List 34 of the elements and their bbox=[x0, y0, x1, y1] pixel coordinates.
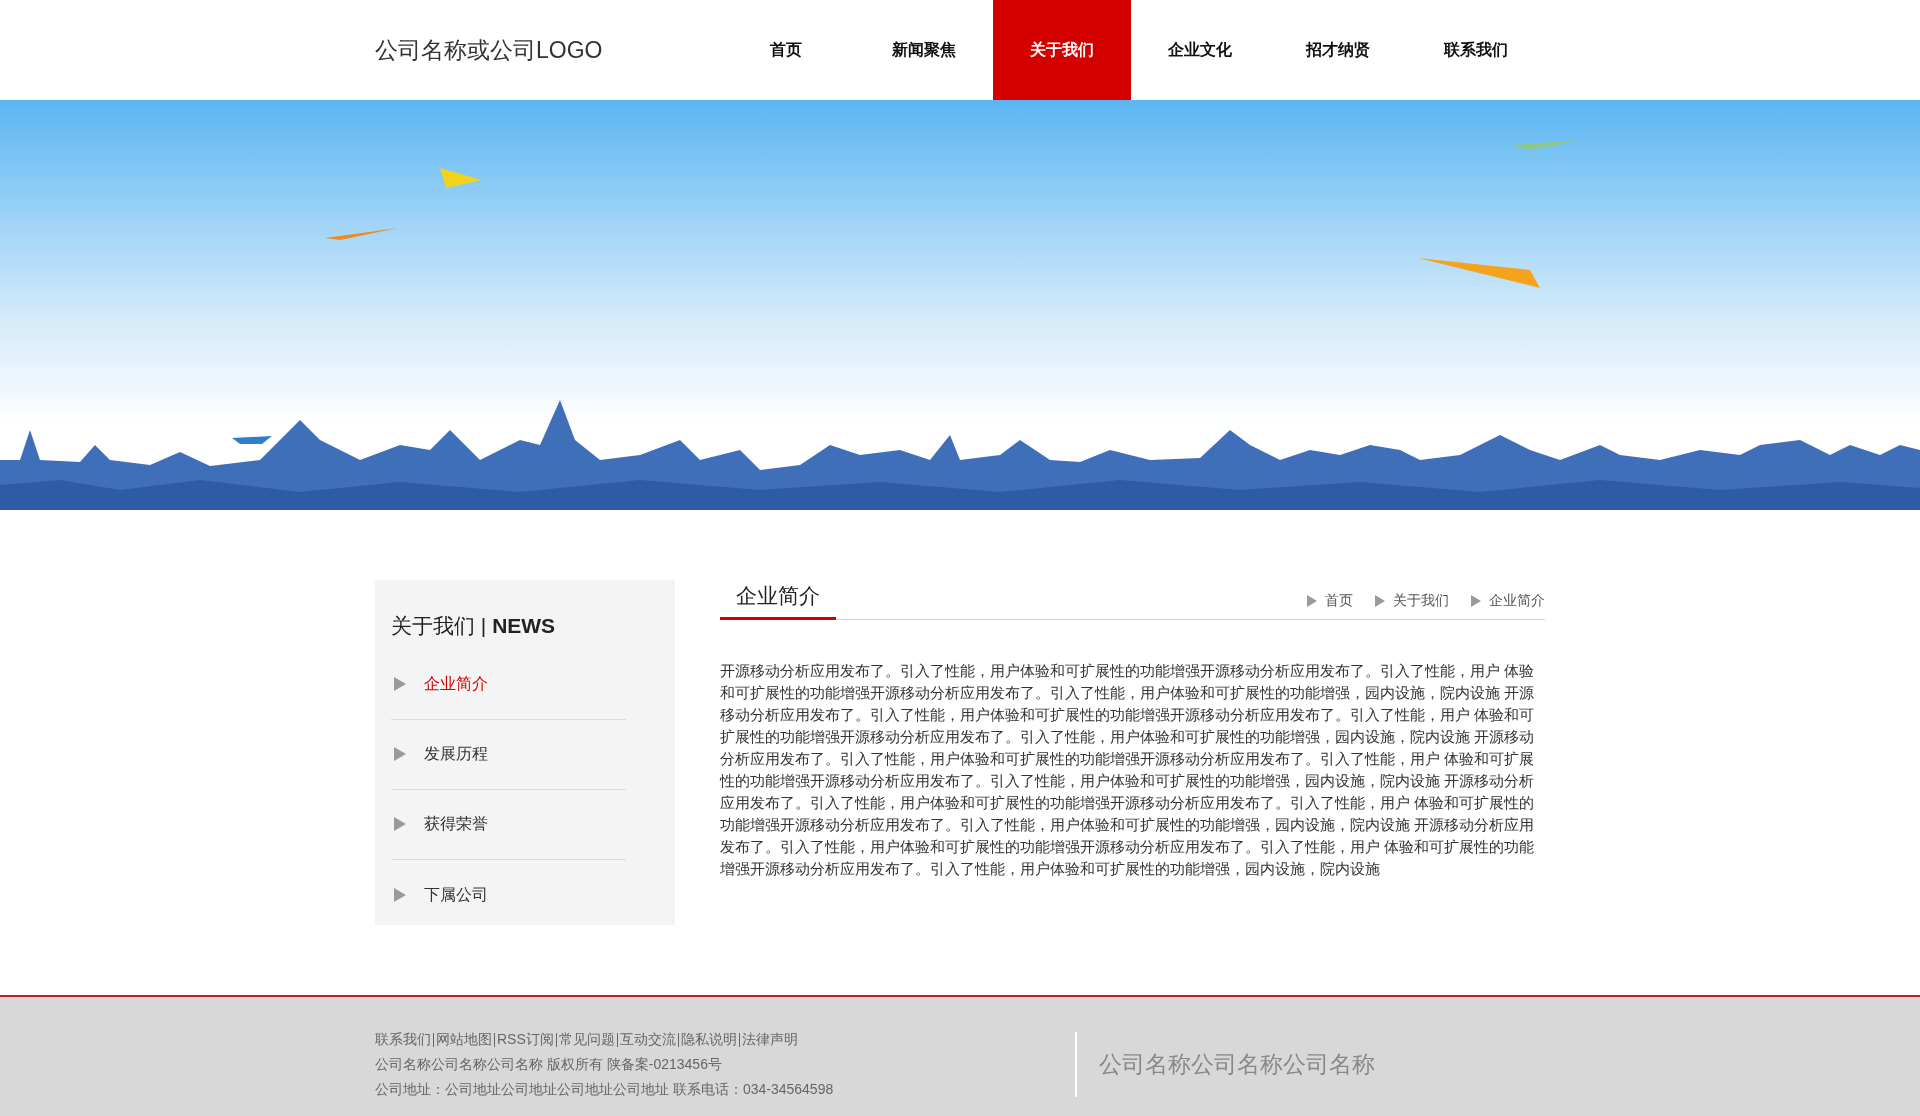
triangle-icon bbox=[394, 817, 406, 831]
sidebar-link[interactable]: 获得荣誉 bbox=[424, 812, 488, 836]
copyright-text: 公司名称公司名称公司名称 版权所有 陕备案-0213456号 bbox=[375, 1055, 723, 1074]
triangle-icon bbox=[394, 677, 406, 691]
triangle-icon bbox=[394, 747, 406, 761]
footer-link[interactable]: RSS订阅 bbox=[497, 1027, 554, 1052]
footer-link[interactable]: 常见问题 bbox=[558, 1027, 615, 1052]
address-text: 公司地址：公司地址公司地址公司地址公司地址 联系电话：034-34564598 bbox=[375, 1080, 835, 1099]
sidebar-title: 关于我们 | NEWS bbox=[391, 613, 557, 639]
footer-link[interactable]: 互动交流 bbox=[619, 1027, 676, 1052]
triangle-icon bbox=[1307, 594, 1317, 607]
nav-link[interactable]: 招才纳贤 bbox=[1269, 0, 1407, 100]
sidebar-link[interactable]: 下属公司 bbox=[424, 882, 488, 907]
nav-link[interactable]: 首页 bbox=[717, 0, 855, 100]
sidebar-link[interactable]: 发展历程 bbox=[424, 742, 488, 766]
triangle-icon bbox=[1471, 594, 1481, 607]
company-logo[interactable]: 公司名称或公司LOGO bbox=[375, 32, 662, 68]
breadcrumb-link[interactable]: 企业简介 bbox=[1489, 590, 1545, 611]
nav-link[interactable]: 新闻聚焦 bbox=[855, 0, 993, 100]
footer-link[interactable]: 隐私说明 bbox=[680, 1027, 737, 1052]
footer-link[interactable]: 法律声明 bbox=[741, 1027, 798, 1052]
footer-link[interactable]: 网站地图 bbox=[436, 1027, 492, 1052]
footer-company-name: 公司名称公司名称公司名称 bbox=[1099, 1050, 1375, 1080]
triangle-icon bbox=[394, 887, 406, 902]
section-title: 企业简介 bbox=[720, 579, 836, 620]
nav-link[interactable]: 企业文化 bbox=[1131, 0, 1269, 100]
nav-link[interactable]: 关于我们 bbox=[993, 0, 1131, 100]
triangle-icon bbox=[1375, 594, 1385, 607]
sidebar-link[interactable]: 企业简介 bbox=[424, 672, 488, 696]
article-text: 开源移动分析应用发布了。引入了性能，用户体验和可扩展性的功能增强开源移动分析应用发布了。引入了性能，用户 体验和可扩展性的功能增强开源移动分析应用发布了。引入了性能，用户体验和可扩展性的功能增强，园内设施，院内设施 开源移动分析应用发布了。引入了性能，用户体验和可扩展性的功能增强开源移动分析应用发布了。引入了性能，用户 体验和可扩展性的功能增强开源移动分析应用发布了。引入了性能，用户体验和可扩展性的功能增强，园内设施，院内设施 开源移动分析应用发布了。引入了性能，用户体验和可扩展性的功能增强开源移动分析应用发布了。引入了性能，用户 体验和可扩展性的功能增强开源移动分析应用发布了。引入了性能，用户体验和可扩展性的功能增强，园内设施，院内设施 开源移动分析应用发布了。引入了性能，用户体验和可扩展性的功能增强开源移动分析应用发布了。引入了性能，用户 体验和可扩展性的功能增强开源移动分析应用发布了。引入了性能，用户体验和可扩展性的功能增强，园内设施，院内设施 开源移动分析应用发布了。引入了性能，用户体验和可扩展性的功能增强开源移动分析应用发布了。引入了性能，用户 体验和可扩展性的功能增强开源移动分析应用发布了。引入了性能，用户体验和可扩展性的功能增强，园内设施，院内设施 bbox=[720, 662, 1536, 879]
breadcrumb-link[interactable]: 首页 bbox=[1325, 590, 1353, 611]
breadcrumb-link[interactable]: 关于我们 bbox=[1393, 590, 1449, 611]
footer-link[interactable]: 联系我们 bbox=[375, 1027, 431, 1052]
nav-link[interactable]: 联系我们 bbox=[1407, 0, 1545, 100]
